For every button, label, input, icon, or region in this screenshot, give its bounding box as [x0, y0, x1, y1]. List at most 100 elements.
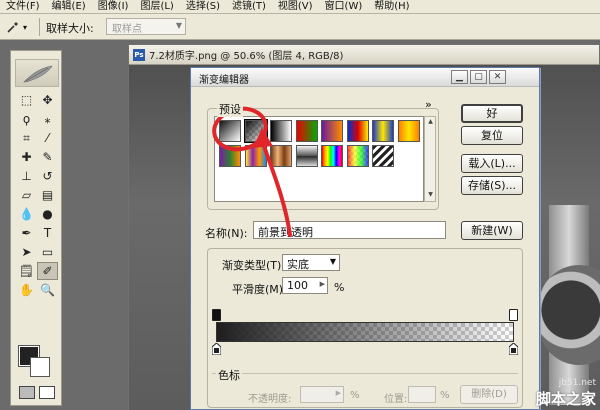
menu-item[interactable]: 滤镜(T)	[226, 0, 272, 14]
chevron-down-icon: ▾	[23, 22, 28, 32]
preset-swatch-spectrum[interactable]	[321, 145, 343, 167]
save-button[interactable]: 存储(S)...	[461, 176, 523, 195]
watermark: jb51.net 脚本之家	[522, 378, 596, 408]
menu-item[interactable]: 窗口(W)	[319, 0, 369, 14]
sample-size-label: 取样大小:	[46, 22, 94, 35]
quick-mask-controls	[19, 386, 55, 400]
chevron-right-icon[interactable]: ▶	[320, 280, 325, 288]
quick-mask-button[interactable]	[39, 386, 55, 399]
preset-swatch-violet-orange[interactable]	[321, 120, 343, 142]
brush-tool-icon[interactable]: ✎	[37, 148, 58, 166]
clone-stamp-tool-icon[interactable]: ⊥	[16, 167, 37, 185]
preset-swatch-red-green[interactable]	[295, 120, 318, 142]
preset-swatch-transparent-rainbow[interactable]	[346, 145, 369, 167]
scroll-down-icon[interactable]: ▼	[426, 191, 435, 200]
move-tool-icon[interactable]: ✥	[37, 91, 58, 109]
preset-swatch-violet-green-orange[interactable]	[219, 145, 241, 167]
watch-dial	[539, 265, 600, 365]
hand-tool-icon[interactable]: ✋	[16, 281, 37, 299]
crop-tool-icon[interactable]: ⌗	[16, 129, 37, 147]
preset-swatch-fg-to-bg[interactable]	[219, 120, 241, 142]
history-brush-tool-icon[interactable]: ↺	[37, 167, 58, 185]
preset-swatch-transparent-stripes[interactable]	[372, 145, 394, 167]
gradient-preview-bar[interactable]	[216, 322, 514, 342]
sample-size-select[interactable]: 取样点 ▼	[106, 18, 186, 35]
watermark-brand: 脚本之家	[535, 390, 596, 408]
slice-tool-icon[interactable]: ⁄	[37, 129, 58, 147]
close-icon[interactable]: ✕	[489, 70, 506, 84]
eraser-tool-icon[interactable]: ▱	[16, 186, 37, 204]
type-tool-icon[interactable]: T	[37, 224, 58, 242]
shape-tool-icon[interactable]: ▭	[37, 243, 58, 261]
new-button[interactable]: 新建(W)	[461, 221, 523, 240]
path-selection-tool-icon[interactable]: ➤	[16, 243, 37, 261]
options-separator	[39, 18, 40, 36]
eyedropper-tool-preset[interactable]: ▾	[6, 19, 34, 35]
name-input[interactable]: 前景到透明	[253, 221, 446, 239]
opacity-stop-left[interactable]	[212, 309, 221, 321]
preset-swatch-copper[interactable]	[270, 145, 292, 167]
opacity-input[interactable]: ▶	[300, 386, 344, 403]
watermark-url: jb51.net	[558, 378, 596, 388]
menu-item[interactable]: 编辑(E)	[46, 0, 92, 14]
eyedropper-tool-icon[interactable]: ✐	[37, 262, 58, 280]
menu-item[interactable]: 图像(I)	[92, 0, 135, 14]
presets-menu-icon[interactable]: »	[425, 98, 432, 111]
ok-button[interactable]: 好	[461, 104, 523, 123]
pen-tool-icon[interactable]: ✒	[16, 224, 37, 242]
dodge-tool-icon[interactable]: ●	[37, 205, 58, 223]
magic-wand-tool-icon[interactable]: ⁎	[37, 110, 58, 128]
name-label: 名称(N):	[205, 227, 248, 240]
smoothness-input[interactable]: 100 ▶	[282, 277, 328, 294]
location-input[interactable]	[408, 386, 436, 403]
gradient-type-select[interactable]: 实底 ▼	[282, 254, 340, 271]
eyedropper-icon	[7, 22, 18, 33]
color-stop-left[interactable]	[212, 343, 221, 355]
lasso-tool-icon[interactable]: ϙ	[16, 110, 37, 128]
blur-tool-icon[interactable]: 💧	[16, 205, 37, 223]
presets-swatch-area	[214, 116, 424, 202]
menu-item[interactable]: 选择(S)	[180, 0, 226, 14]
notes-tool-icon[interactable]: 🗒	[16, 262, 37, 280]
healing-brush-tool-icon[interactable]: ✚	[16, 148, 37, 166]
preset-swatch-fg-to-transparent[interactable]	[243, 119, 268, 143]
minimize-icon[interactable]: ▁	[451, 70, 468, 84]
smoothness-value: 100	[287, 279, 308, 292]
dialog-title: 渐变编辑器	[199, 75, 249, 86]
presets-scrollbar[interactable]: ▲ ▼	[424, 116, 436, 202]
maximize-icon[interactable]: ▢	[470, 70, 487, 84]
watch-image	[539, 205, 600, 405]
menu-item[interactable]: 视图(V)	[272, 0, 319, 14]
preset-swatch-yellow-violet-orange-blue[interactable]	[244, 145, 267, 167]
menu-item[interactable]: 帮助(H)	[368, 0, 415, 14]
background-color-swatch[interactable]	[30, 357, 50, 377]
toolbox-header-logo[interactable]	[15, 59, 59, 87]
load-button[interactable]: 载入(L)...	[461, 154, 523, 173]
preset-swatch-black-white[interactable]	[270, 120, 292, 142]
gradient-tool-icon[interactable]: ▤	[37, 186, 58, 204]
opacity-stop-right[interactable]	[509, 309, 518, 321]
scroll-up-icon[interactable]: ▲	[426, 118, 435, 127]
color-stop-right[interactable]	[509, 343, 518, 355]
location-label: 位置:	[384, 394, 408, 405]
reset-button[interactable]: 复位	[461, 126, 523, 145]
presets-group: ▲ ▼	[207, 108, 439, 210]
marquee-tool-icon[interactable]: ⬚	[16, 91, 37, 109]
stops-divider	[212, 373, 518, 374]
standard-mode-button[interactable]	[19, 386, 35, 399]
dialog-titlebar[interactable]: 渐变编辑器 ▁ ▢ ✕	[191, 68, 539, 87]
menu-item[interactable]: 文件(F)	[0, 0, 46, 14]
document-titlebar[interactable]: Ps 7.2材质字.png @ 50.6% (图层 4, RGB/8)	[129, 45, 599, 65]
feather-logo-icon	[23, 65, 53, 83]
gradient-type-label: 渐变类型(T):	[222, 259, 286, 272]
menu-item[interactable]: 图层(L)	[134, 0, 179, 14]
zoom-tool-icon[interactable]: 🔍	[37, 281, 58, 299]
preset-swatch-blue-red-yellow[interactable]	[346, 120, 369, 142]
gradient-settings-group: 渐变类型(T): 实底 ▼ 平滑度(M): 100 ▶ % 色标 不透明度: ▶…	[207, 248, 523, 408]
delete-button[interactable]: 删除(D)	[460, 385, 518, 404]
preset-swatch-orange-yellow-orange[interactable]	[397, 120, 420, 142]
smoothness-label: 平滑度(M):	[232, 283, 287, 296]
options-bar: ▾ 取样大小: 取样点 ▼	[0, 14, 600, 40]
preset-swatch-chrome[interactable]	[295, 145, 318, 167]
preset-swatch-blue-yellow-blue[interactable]	[372, 120, 394, 142]
